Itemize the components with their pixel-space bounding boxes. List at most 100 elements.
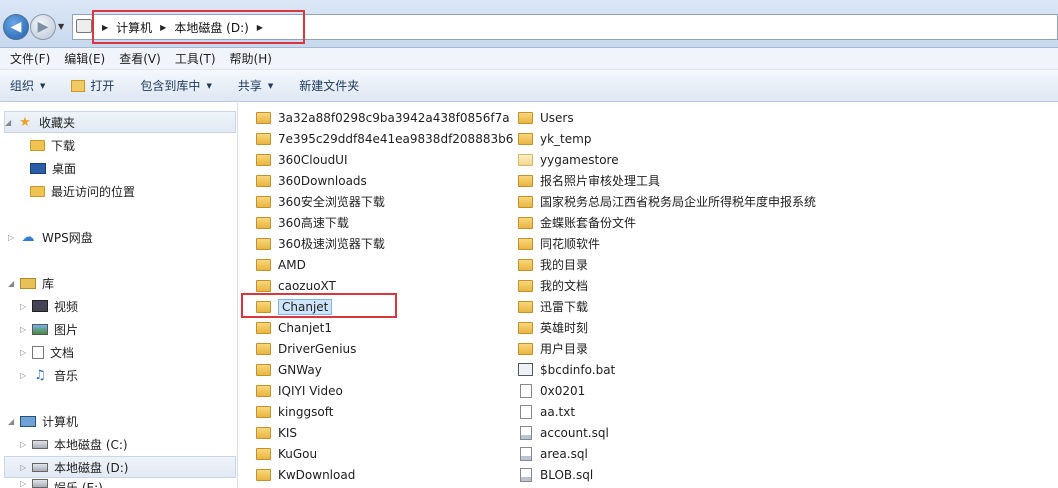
collapse-icon[interactable]: ◢ <box>8 417 18 426</box>
folder-item[interactable]: 同花顺软件 <box>518 233 600 254</box>
nav-label: 库 <box>42 276 55 291</box>
folder-item[interactable]: 我的目录 <box>518 254 588 275</box>
recent-pages-dropdown[interactable]: ▼ <box>58 22 64 31</box>
folder-icon <box>518 300 533 313</box>
file-item[interactable]: aa.txt <box>518 401 575 422</box>
file-item[interactable]: area.sql <box>518 443 588 464</box>
folder-item[interactable]: 3a32a88f0298c9ba3942a438f0856f7a <box>256 107 510 128</box>
folder-item[interactable]: 360高速下载 <box>256 212 349 233</box>
folder-item[interactable]: Chanjet <box>256 296 333 317</box>
expand-icon[interactable]: ▷ <box>8 233 18 242</box>
nav-label: 最近访问的位置 <box>51 184 136 199</box>
folder-item[interactable]: 英雄时刻 <box>518 317 588 338</box>
folder-item[interactable]: 迅雷下载 <box>518 296 588 317</box>
nav-videos[interactable]: ▷ 视频 <box>20 295 78 317</box>
collapse-icon[interactable]: ◢ <box>8 279 18 288</box>
nav-music[interactable]: ▷ ♫ 音乐 <box>20 364 78 386</box>
folder-icon <box>256 279 271 292</box>
nav-desktop[interactable]: 桌面 <box>30 157 76 179</box>
back-button[interactable]: ◀ <box>3 14 29 40</box>
nav-label: 本地磁盘 (C:) <box>54 437 128 452</box>
expand-icon[interactable]: ▷ <box>20 479 30 488</box>
folder-icon <box>256 447 271 460</box>
file-name: account.sql <box>540 425 609 440</box>
file-item[interactable]: 0x0201 <box>518 380 585 401</box>
folder-item[interactable]: KIS <box>256 422 297 443</box>
nav-drive-c[interactable]: ▷ 本地磁盘 (C:) <box>20 433 128 455</box>
folder-item[interactable]: 我的文档 <box>518 275 588 296</box>
chevron-right-icon[interactable]: ▶ <box>160 23 166 32</box>
computer-icon <box>20 415 36 427</box>
forward-button[interactable]: ▶ <box>30 14 56 40</box>
file-name: Users <box>540 110 574 125</box>
folder-item[interactable]: KuGou <box>256 443 317 464</box>
breadcrumb-drive-d[interactable]: 本地磁盘 (D:) <box>174 19 248 36</box>
expand-icon[interactable]: ▷ <box>20 348 30 357</box>
include-library-button[interactable]: 包含到库中 ▼ <box>140 77 211 94</box>
folder-item[interactable]: 用户目录 <box>518 338 588 359</box>
folder-icon <box>256 195 271 208</box>
nav-favorites[interactable]: ◢ ★ 收藏夹 <box>4 111 236 133</box>
folder-item[interactable]: 360CloudUI <box>256 149 348 170</box>
file-name: 7e395c29ddf84e41ea9838df208883b6 <box>278 131 514 146</box>
chevron-right-icon[interactable]: ▶ <box>257 23 263 32</box>
drive-icon <box>32 439 48 449</box>
nav-recent[interactable]: 最近访问的位置 <box>30 180 135 202</box>
folder-item[interactable]: 360Downloads <box>256 170 367 191</box>
nav-pictures[interactable]: ▷ 图片 <box>20 318 78 340</box>
nav-libraries[interactable]: ◢ 库 <box>8 272 54 294</box>
folder-item[interactable]: Users <box>518 107 574 128</box>
menu-tools[interactable]: 工具(T) <box>169 50 222 67</box>
organize-button[interactable]: 组织 ▼ <box>10 77 45 94</box>
folder-item[interactable]: 金蝶账套备份文件 <box>518 212 636 233</box>
file-item[interactable]: account.sql <box>518 422 609 443</box>
folder-item[interactable]: 报名照片审核处理工具 <box>518 170 660 191</box>
share-button[interactable]: 共享 ▼ <box>238 77 273 94</box>
folder-item[interactable]: AMD <box>256 254 306 275</box>
folder-item[interactable]: KwDownload <box>256 464 355 485</box>
nav-documents[interactable]: ▷ 文档 <box>20 341 74 363</box>
new-folder-label: 新建文件夹 <box>299 79 360 93</box>
nav-downloads[interactable]: 下载 <box>30 134 75 156</box>
folder-item[interactable]: 360极速浏览器下载 <box>256 233 385 254</box>
folder-item[interactable]: 7e395c29ddf84e41ea9838df208883b6 <box>256 128 513 149</box>
new-folder-button[interactable]: 新建文件夹 <box>299 77 359 94</box>
file-name: 金蝶账套备份文件 <box>540 216 637 230</box>
nav-drive-d[interactable]: ▷ 本地磁盘 (D:) <box>4 456 236 478</box>
expand-icon[interactable]: ▷ <box>20 463 30 472</box>
file-item[interactable]: BLOB.sql <box>518 464 593 485</box>
nav-label: 桌面 <box>52 161 77 176</box>
expand-icon[interactable]: ▷ <box>20 302 30 311</box>
folder-item[interactable]: yygamestore <box>518 149 619 170</box>
expand-icon[interactable]: ▷ <box>20 440 30 449</box>
menu-help[interactable]: 帮助(H) <box>224 50 278 67</box>
folder-item[interactable]: Chanjet1 <box>256 317 332 338</box>
folder-item[interactable]: 360安全浏览器下载 <box>256 191 385 212</box>
nav-wps[interactable]: ▷ ☁ WPS网盘 <box>8 226 93 248</box>
open-button[interactable]: 打开 <box>71 77 114 94</box>
menu-edit[interactable]: 编辑(E) <box>58 50 111 67</box>
folder-item[interactable]: DriverGenius <box>256 338 356 359</box>
folder-item[interactable]: 国家税务总局江西省税务局企业所得税年度申报系统 <box>518 191 816 212</box>
folder-item[interactable]: IQIYI Video <box>256 380 343 401</box>
folder-icon <box>256 216 271 229</box>
open-label: 打开 <box>90 79 115 93</box>
folder-item[interactable]: GNWay <box>256 359 322 380</box>
expand-icon[interactable]: ▷ <box>20 371 30 380</box>
folder-item[interactable]: caozuoXT <box>256 275 336 296</box>
folder-icon <box>256 321 271 334</box>
breadcrumb-computer[interactable]: 计算机 <box>116 19 152 36</box>
expand-icon[interactable]: ▷ <box>20 325 30 334</box>
file-item[interactable]: $bcdinfo.bat <box>518 359 615 380</box>
collapse-icon[interactable]: ◢ <box>5 118 15 127</box>
chevron-right-icon[interactable]: ▶ <box>102 23 108 32</box>
file-name: 同花顺软件 <box>540 237 601 251</box>
nav-computer[interactable]: ◢ 计算机 <box>8 410 78 432</box>
folder-item[interactable]: yk_temp <box>518 128 591 149</box>
menu-view[interactable]: 查看(V) <box>113 50 167 67</box>
file-name: BLOB.sql <box>540 467 594 482</box>
menu-file[interactable]: 文件(F) <box>4 50 56 67</box>
file-name: 360高速下载 <box>278 216 349 230</box>
folder-item[interactable]: kinggsoft <box>256 401 333 422</box>
nav-drive-e[interactable]: ▷ 娱乐 (E:) <box>20 479 103 488</box>
